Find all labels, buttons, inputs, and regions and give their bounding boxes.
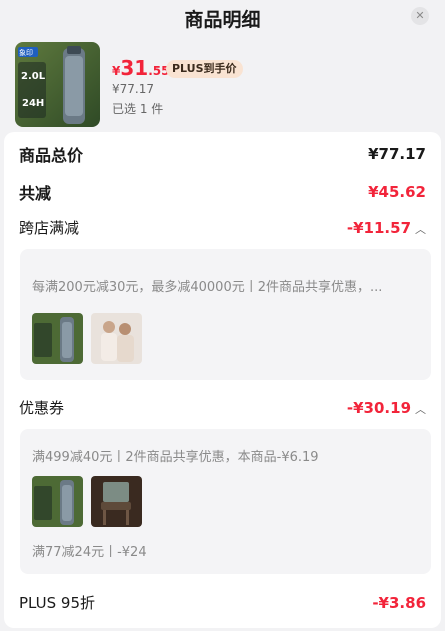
header: 商品明细 ✕	[0, 0, 445, 34]
plus-discount-label: PLUS 95折	[19, 594, 96, 612]
thumb-hours: 24H	[22, 98, 45, 109]
total-price-label: 商品总价	[19, 146, 84, 165]
page-title: 商品明细	[184, 9, 261, 31]
thumb-capacity: 2.0L	[21, 71, 46, 82]
coupon-value[interactable]: -¥30.19 ︿	[347, 399, 426, 417]
product-thumbnail: 象印 2.0L 24H	[15, 42, 100, 127]
total-reduce-label: 共减	[19, 184, 52, 203]
coupon-detail-text-1: 满499减40元丨2件商品共享优惠，本商品-¥6.19	[32, 450, 319, 465]
thermos-thumbnail	[32, 476, 83, 527]
coupon-detail: 满499减40元丨2件商品共享优惠，本商品-¥6.19 满77减24元丨-¥24	[20, 429, 431, 574]
current-price: ¥31.55	[112, 56, 170, 80]
original-price: ¥77.17	[112, 82, 154, 96]
cross-store-label: 跨店满减	[19, 219, 80, 237]
plus-discount-row: PLUS 95折 -¥3.86	[19, 592, 426, 613]
coupon-detail-text-2: 满77减24元丨-¥24	[32, 545, 147, 560]
price-detail-panel: 商品总价 ¥77.17 共减 ¥45.62 跨店满减 -¥11.57 ︿ 每满20…	[4, 132, 441, 628]
selected-count: 已选 1 件	[112, 102, 164, 116]
chevron-up-icon: ︿	[415, 222, 426, 236]
cross-store-row[interactable]: 跨店满减 -¥11.57 ︿	[19, 217, 426, 238]
coupon-label: 优惠券	[19, 399, 65, 417]
coupon-row[interactable]: 优惠券 -¥30.19 ︿	[19, 397, 426, 418]
chair-thumbnail	[91, 476, 142, 527]
plus-discount-value: -¥3.86	[372, 593, 426, 612]
total-reduce-row: 共减 ¥45.62	[19, 180, 426, 204]
close-icon[interactable]: ✕	[411, 7, 429, 25]
pajamas-thumbnail	[91, 313, 142, 364]
product-summary: 象印 2.0L 24H ¥31.55 PLUS到手价 ¥77.17 已选 1 件	[0, 34, 445, 132]
total-price-value: ¥77.17	[368, 145, 426, 163]
thumb-brand-badge: 象印	[19, 49, 33, 57]
cross-store-detail: 每满200元减30元，最多减40000元丨2件商品共享优惠，...	[20, 249, 431, 380]
cross-store-value[interactable]: -¥11.57 ︿	[347, 219, 426, 237]
total-price-row: 商品总价 ¥77.17	[19, 142, 426, 166]
chevron-up-icon: ︿	[415, 402, 426, 416]
total-reduce-value: ¥45.62	[368, 183, 426, 201]
plus-price-badge: PLUS到手价	[166, 60, 243, 78]
thermos-thumbnail	[32, 313, 83, 364]
cross-store-detail-text: 每满200元减30元，最多减40000元丨2件商品共享优惠，...	[32, 280, 383, 295]
